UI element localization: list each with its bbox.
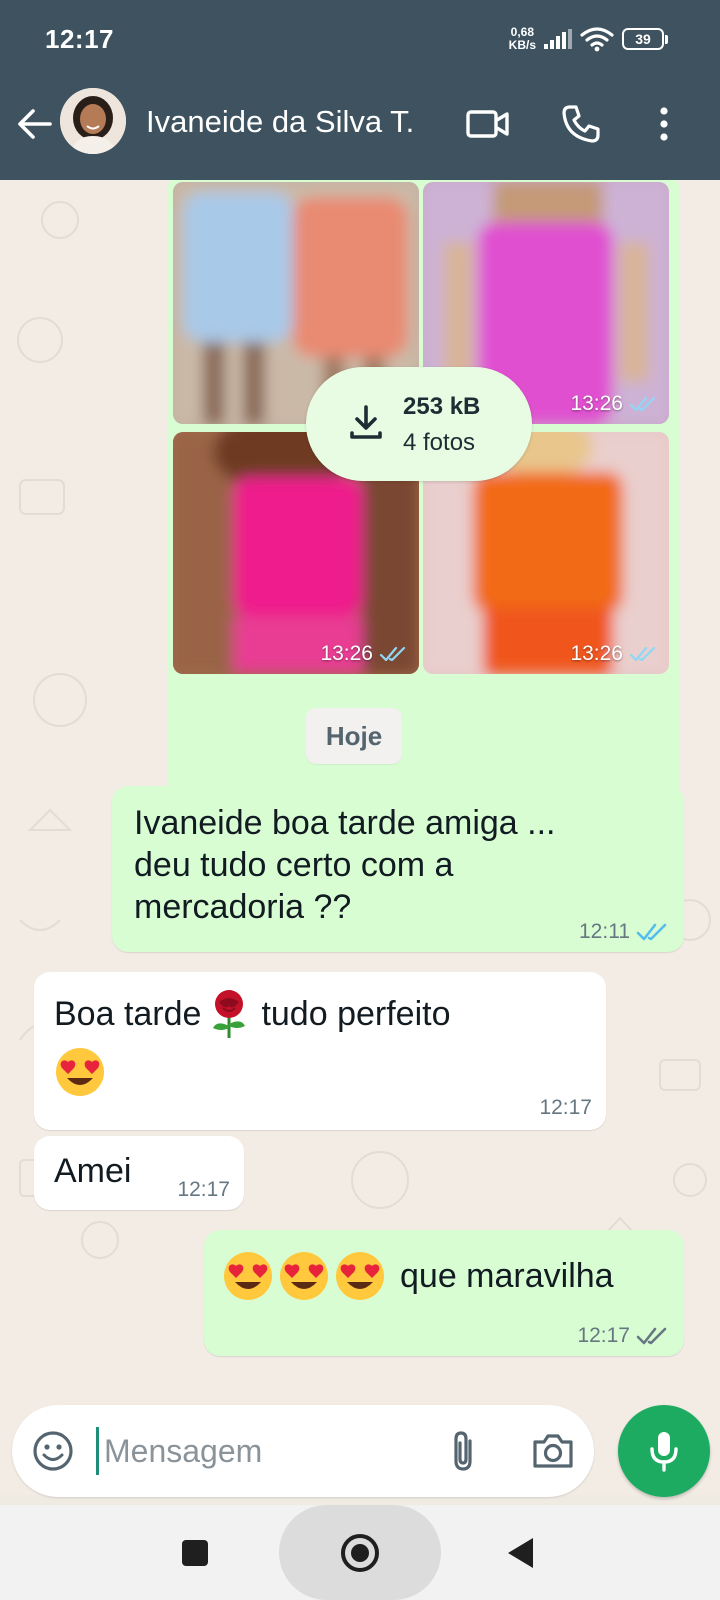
message-meta: 12:11 [579, 920, 670, 944]
system-navigation-bar [0, 1505, 720, 1600]
read-ticks-icon [379, 646, 406, 662]
voice-message-button[interactable] [618, 1405, 710, 1497]
video-call-icon[interactable] [462, 98, 514, 150]
network-speed: 0,68 KB/s [508, 25, 536, 52]
status-icons: 0,68 KB/s 39 [509, 24, 668, 54]
emoji-icon[interactable] [28, 1426, 78, 1476]
photo-timestamp: 13:26 [320, 642, 409, 666]
rose-emoji-icon [213, 990, 246, 1038]
top-bar: 12:17 0,68 KB/s 39 Ivaneide da Silva T. [0, 0, 720, 180]
message-text: tudo perfeito [261, 995, 451, 1033]
read-ticks-icon [636, 923, 667, 941]
message-time: 12:11 [579, 920, 630, 943]
message-text: deu tudo certo com a [134, 846, 454, 884]
recents-button[interactable] [170, 1528, 220, 1578]
message-composer [12, 1405, 594, 1497]
contact-name[interactable]: Ivaneide da Silva T. [146, 104, 414, 140]
incoming-message[interactable]: Amei 12:17 [34, 1136, 244, 1210]
microphone-icon [650, 1432, 678, 1472]
phone-icon[interactable] [555, 98, 607, 150]
signal-icon [544, 29, 572, 49]
back-arrow-icon[interactable] [12, 102, 56, 146]
album-count: 4 fotos [403, 429, 476, 456]
back-button[interactable] [495, 1528, 545, 1578]
text-cursor [96, 1427, 99, 1475]
incoming-message[interactable]: Boa tarde tudo perfeito 12:17 [34, 972, 606, 1130]
wifi-icon [580, 27, 614, 52]
message-meta: 12:17 [539, 1096, 592, 1120]
message-text: que maravilha [400, 1257, 614, 1295]
message-input[interactable] [100, 1405, 430, 1497]
message-time: 12:17 [539, 1096, 592, 1119]
message-time: 12:17 [577, 1324, 630, 1347]
date-chip: Hoje [306, 708, 402, 764]
download-album-button[interactable]: 253 kB 4 fotos [306, 367, 532, 481]
battery-icon: 39 [622, 28, 668, 50]
outgoing-message[interactable]: Ivaneide boa tarde amiga ... deu tudo ce… [112, 786, 684, 952]
attach-icon[interactable] [438, 1426, 488, 1476]
heart-eyes-emoji-icon [280, 1252, 328, 1300]
heart-eyes-emoji-icon [224, 1252, 272, 1300]
heart-eyes-emoji-icon [336, 1252, 384, 1300]
read-ticks-icon [629, 646, 656, 662]
more-options-icon[interactable] [638, 98, 690, 150]
chat-area[interactable]: 13:26 13:26 13:26 253 kB 4 fotos Hoje Iv… [0, 180, 720, 1495]
message-meta: 12:17 [577, 1324, 670, 1348]
message-meta: 12:17 [177, 1178, 230, 1202]
delivered-ticks-icon [636, 1327, 667, 1345]
photo-album-message[interactable]: 13:26 13:26 13:26 253 kB 4 fotos [167, 180, 680, 872]
message-text: Amei [54, 1152, 132, 1190]
home-button[interactable] [335, 1528, 385, 1578]
download-icon [350, 405, 382, 439]
message-text: Ivaneide boa tarde amiga ... [134, 804, 556, 842]
contact-avatar[interactable] [60, 88, 126, 154]
status-time: 12:17 [45, 24, 114, 54]
camera-icon[interactable] [528, 1426, 578, 1476]
message-text: Boa tarde [54, 995, 202, 1033]
photo-timestamp: 13:26 [570, 392, 659, 416]
message-time: 12:17 [177, 1178, 230, 1201]
read-ticks-icon [629, 396, 656, 412]
heart-eyes-emoji-icon [56, 1048, 104, 1096]
outgoing-message[interactable]: que maravilha 12:17 [204, 1230, 684, 1356]
album-size: 253 kB [403, 393, 481, 420]
photo-timestamp: 13:26 [570, 642, 659, 666]
